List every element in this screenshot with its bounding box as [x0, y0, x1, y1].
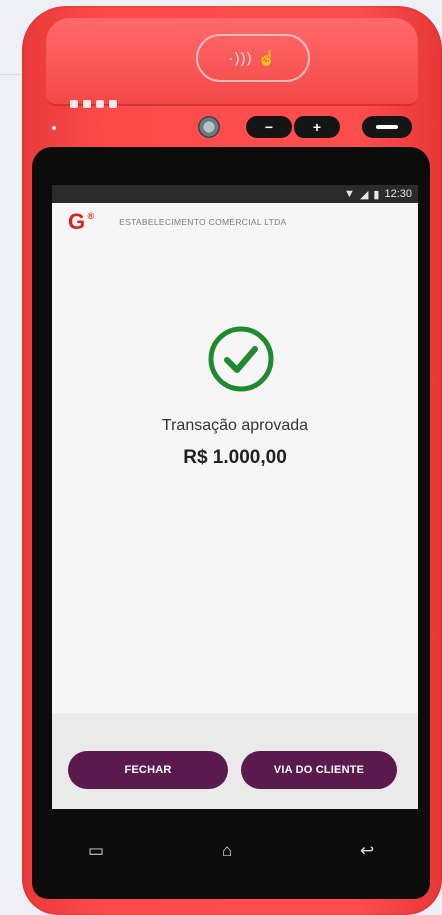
- wifi-icon: ▼: [344, 188, 355, 200]
- led: [83, 100, 91, 108]
- clock: 12:30: [384, 188, 412, 200]
- menu-icon[interactable]: ▭: [88, 841, 104, 861]
- approved-check-icon: [208, 326, 274, 392]
- volume-down-button[interactable]: −: [246, 116, 292, 138]
- contactless-icon: ·))) ☝: [196, 34, 310, 82]
- led: [96, 100, 104, 108]
- screen-bezel: ▼ ◢ ▮ 12:30 G ® ESTABELECIMENTO COMERCIAL…: [32, 147, 430, 899]
- screen: ▼ ◢ ▮ 12:30 G ® ESTABELECIMENTO COMERCIAL…: [52, 185, 418, 809]
- logo-mark: ®: [87, 211, 95, 221]
- status-bar: ▼ ◢ ▮ 12:30: [52, 185, 418, 203]
- close-button[interactable]: FECHAR: [68, 751, 228, 789]
- home-icon[interactable]: ⌂: [222, 841, 232, 861]
- indicator-dot: [52, 126, 56, 130]
- power-button[interactable]: [362, 116, 412, 138]
- brand-logo: G ®: [68, 209, 94, 235]
- transaction-status: Transação aprovada: [161, 417, 309, 434]
- logo-letter: G: [68, 209, 86, 234]
- battery-icon: ▮: [373, 188, 380, 201]
- status-leds: [70, 100, 117, 108]
- merchant-name: ESTABELECIMENTO COMERCIAL LTDA: [119, 217, 287, 227]
- client-receipt-button[interactable]: VIA DO CLIENTE: [241, 751, 397, 789]
- signal-icon: ◢: [359, 188, 369, 201]
- volume-up-button[interactable]: +: [292, 116, 340, 138]
- led: [70, 100, 78, 108]
- power-bar-icon: [376, 125, 398, 129]
- app-header: G ® ESTABELECIMENTO COMERCIAL LTDA: [52, 203, 418, 241]
- pos-terminal: ·))) ☝ − + ▼ ◢ ▮ 12:30 G ® ESTABELECIMENT…: [22, 6, 442, 915]
- nfc-reader-area: ·))) ☝: [46, 18, 418, 106]
- transaction-amount: R$ 1.000,00: [183, 447, 287, 468]
- android-nav-bar: ▭ ⌂ ↩: [32, 809, 430, 889]
- back-icon[interactable]: ↩: [360, 841, 374, 861]
- camera-icon: [198, 116, 220, 138]
- led: [109, 100, 117, 108]
